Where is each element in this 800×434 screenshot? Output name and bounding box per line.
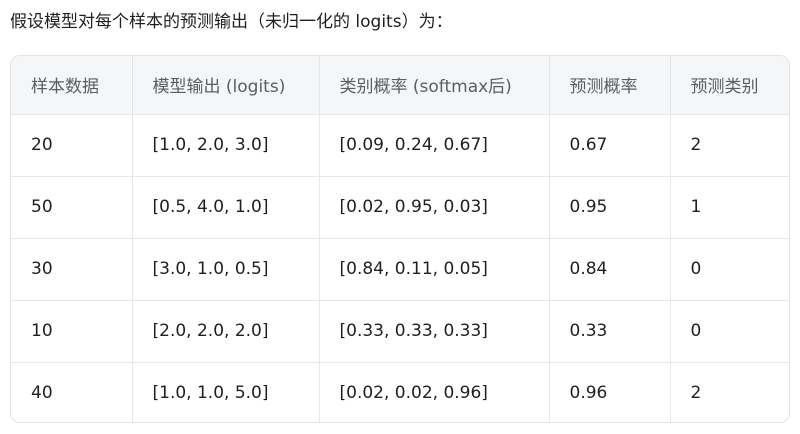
cell-predicted-class: 0 bbox=[690, 259, 702, 279]
header-predicted-probability: 预测概率 bbox=[549, 56, 671, 114]
cell-predicted-class: 2 bbox=[690, 135, 702, 155]
cell-predicted-probability: 0.84 bbox=[549, 238, 671, 300]
intro-text: 假设模型对每个样本的预测输出（未归一化的 logits）为： bbox=[10, 12, 453, 32]
header-class-probabilities: 类别概率 (softmax后) bbox=[319, 56, 550, 114]
cell-sample-data: 40 bbox=[11, 362, 133, 422]
cell-model-output: [3.0, 1.0, 0.5] bbox=[132, 238, 320, 300]
cell-predicted-probability: 0.96 bbox=[549, 362, 671, 422]
cell-class-probabilities: [0.02, 0.02, 0.96] bbox=[319, 362, 550, 422]
cell-predicted-class: 2 bbox=[690, 383, 702, 404]
cell-model-output: [1.0, 2.0, 3.0] bbox=[132, 114, 320, 176]
cell-model-output: [1.0, 1.0, 5.0] bbox=[132, 362, 320, 422]
cell-class-probabilities: [0.02, 0.95, 0.03] bbox=[319, 176, 550, 238]
cell-sample-data: 50 bbox=[11, 176, 133, 238]
cell-predicted-probability: 0.33 bbox=[549, 300, 671, 362]
cell-sample-data: 10 bbox=[11, 300, 133, 362]
results-table: 样本数据 模型输出 (logits) 类别概率 (softmax后) 预测概率 … bbox=[11, 56, 789, 422]
table-header: 样本数据 模型输出 (logits) 类别概率 (softmax后) 预测概率 … bbox=[11, 56, 789, 114]
table-row: 10 [2.0, 2.0, 2.0] [0.33, 0.33, 0.33] 0.… bbox=[11, 300, 789, 362]
table-row: 40 [1.0, 1.0, 5.0] [0.02, 0.02, 0.96] 0.… bbox=[11, 362, 789, 422]
header-sample-data: 样本数据 bbox=[11, 56, 133, 114]
cell-predicted-probability: 0.67 bbox=[549, 114, 671, 176]
table-row: 50 [0.5, 4.0, 1.0] [0.02, 0.95, 0.03] 0.… bbox=[11, 176, 789, 238]
cell-model-output: [0.5, 4.0, 1.0] bbox=[132, 176, 320, 238]
cell-model-output: [2.0, 2.0, 2.0] bbox=[132, 300, 320, 362]
table-row: 20 [1.0, 2.0, 3.0] [0.09, 0.24, 0.67] 0.… bbox=[11, 114, 789, 176]
table-row: 30 [3.0, 1.0, 0.5] [0.84, 0.11, 0.05] 0.… bbox=[11, 238, 789, 300]
cell-predicted-class: 0 bbox=[690, 321, 702, 341]
cell-class-probabilities: [0.84, 0.11, 0.05] bbox=[319, 238, 550, 300]
header-row: 样本数据 模型输出 (logits) 类别概率 (softmax后) 预测概率 … bbox=[11, 56, 789, 114]
cell-predicted-probability: 0.95 bbox=[549, 176, 671, 238]
cell-class-probabilities: [0.09, 0.24, 0.67] bbox=[319, 114, 550, 176]
cell-sample-data: 20 bbox=[11, 114, 133, 176]
header-predicted-class: 预测类别 bbox=[690, 77, 759, 98]
header-model-output: 模型输出 (logits) bbox=[132, 56, 320, 114]
table-body: 20 [1.0, 2.0, 3.0] [0.09, 0.24, 0.67] 0.… bbox=[11, 114, 789, 422]
results-table-container: 样本数据 模型输出 (logits) 类别概率 (softmax后) 预测概率 … bbox=[10, 55, 790, 423]
cell-class-probabilities: [0.33, 0.33, 0.33] bbox=[319, 300, 550, 362]
cell-predicted-class: 1 bbox=[690, 197, 702, 217]
cell-sample-data: 30 bbox=[11, 238, 133, 300]
